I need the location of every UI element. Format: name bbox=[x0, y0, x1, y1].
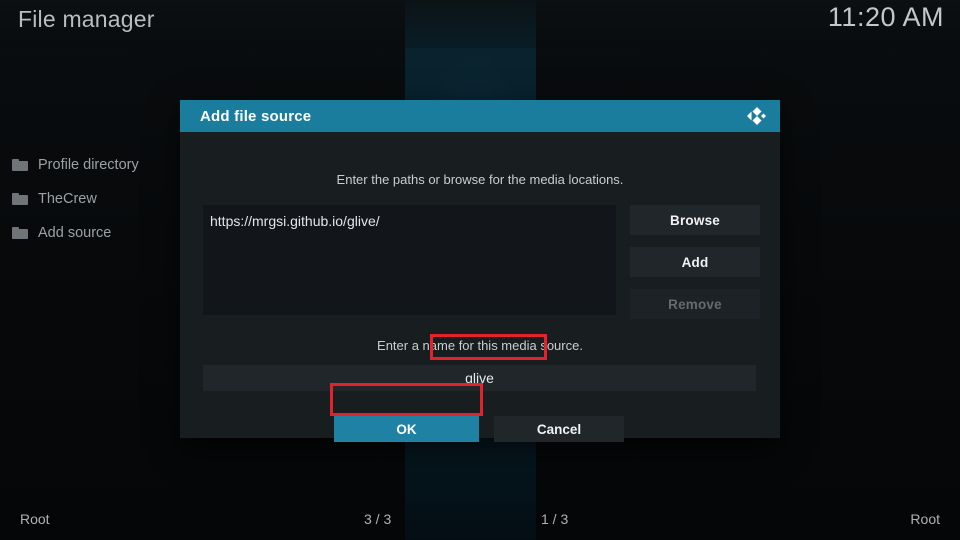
folder-icon bbox=[12, 227, 28, 239]
ok-button[interactable]: OK bbox=[334, 416, 479, 442]
sidebar-item-add-source[interactable]: Add source bbox=[0, 216, 180, 250]
media-source-name-input[interactable]: glive bbox=[203, 365, 756, 391]
dialog-body: Enter the paths or browse for the media … bbox=[180, 132, 780, 442]
name-hint-label: Enter a name for this media source. bbox=[377, 338, 583, 353]
remove-button: Remove bbox=[630, 289, 760, 319]
clock: 11:20 AM bbox=[827, 2, 944, 32]
add-file-source-dialog: Add file source Enter the paths or brows… bbox=[180, 100, 780, 442]
kodi-file-manager-screen: File manager 11:20 AM Profile directory … bbox=[0, 0, 960, 540]
footer-left-path: Root bbox=[20, 511, 50, 527]
sidebar-item-label: Add source bbox=[38, 225, 112, 241]
paths-hint-label: Enter the paths or browse for the media … bbox=[336, 172, 624, 187]
folder-icon bbox=[12, 193, 28, 205]
media-source-name-value: glive bbox=[465, 370, 494, 386]
footer: Root 3 / 3 1 / 3 Root bbox=[0, 500, 960, 540]
cancel-button[interactable]: Cancel bbox=[494, 416, 624, 442]
path-list[interactable]: https://mrgsi.github.io/glive/ bbox=[203, 205, 616, 315]
footer-left-count: 3 / 3 bbox=[364, 511, 392, 527]
sidebar-item-profile-directory[interactable]: Profile directory bbox=[0, 148, 180, 182]
folder-icon bbox=[12, 159, 28, 171]
path-list-item[interactable]: https://mrgsi.github.io/glive/ bbox=[203, 205, 616, 229]
sidebar: Profile directory TheCrew Add source bbox=[0, 148, 180, 250]
dialog-action-buttons: OK Cancel bbox=[334, 416, 624, 442]
footer-right-count: 1 / 3 bbox=[541, 511, 569, 527]
browse-button[interactable]: Browse bbox=[630, 205, 760, 235]
path-action-buttons: Browse Add Remove bbox=[630, 205, 760, 331]
footer-right-path: Root bbox=[910, 511, 940, 527]
page-title: File manager bbox=[18, 6, 155, 32]
dialog-header: Add file source bbox=[180, 100, 780, 132]
dialog-title: Add file source bbox=[200, 107, 312, 125]
add-button[interactable]: Add bbox=[630, 247, 760, 277]
sidebar-item-label: Profile directory bbox=[38, 157, 139, 173]
sidebar-item-label: TheCrew bbox=[38, 191, 97, 207]
sidebar-item-thecrew[interactable]: TheCrew bbox=[0, 182, 180, 216]
kodi-logo-icon bbox=[744, 104, 768, 128]
